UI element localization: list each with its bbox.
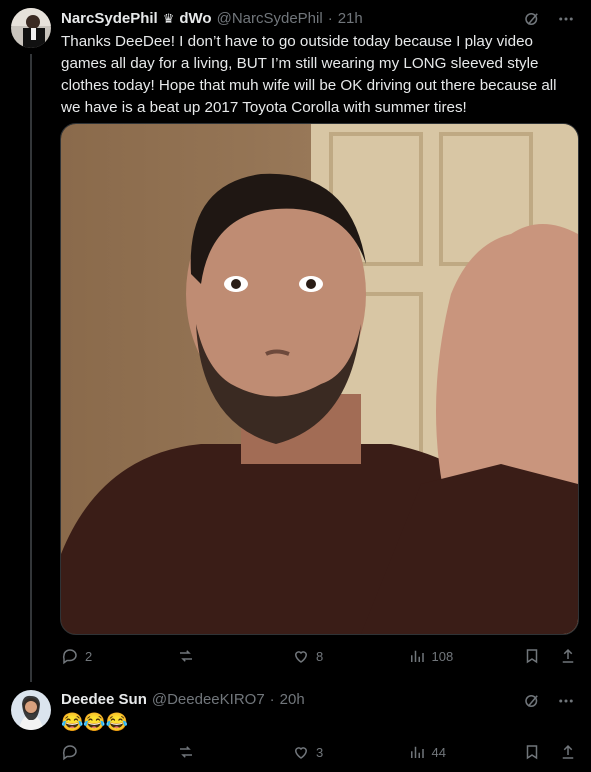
tweet-top-actions	[523, 10, 575, 28]
like-count: 3	[316, 744, 324, 760]
bookmark-share-group	[523, 743, 577, 761]
timestamp[interactable]: 21h	[338, 10, 363, 27]
crown-icon: ♛	[162, 10, 175, 26]
avatar-image	[11, 8, 51, 48]
tweet-action-bar: 3 44	[61, 743, 577, 761]
like-button[interactable]: 3	[292, 743, 350, 761]
share-icon[interactable]	[559, 647, 577, 665]
tweet-header: NarcSydePhil ♛ dWo @NarcSydePhil · 21h	[61, 10, 363, 27]
bookmark-icon[interactable]	[523, 647, 541, 665]
avatar[interactable]	[11, 690, 51, 730]
thread-connector-line	[30, 54, 32, 682]
retweet-icon	[179, 650, 192, 662]
display-name[interactable]: Deedee Sun	[61, 691, 147, 708]
views-button[interactable]: 108	[408, 647, 466, 665]
more-dots-icon[interactable]	[557, 10, 575, 28]
views-bar-icon	[410, 746, 424, 758]
selfie-photo	[61, 124, 578, 634]
reply-button[interactable]	[61, 743, 119, 761]
heart-icon	[294, 747, 308, 759]
heart-icon	[294, 651, 308, 663]
grok-slash-icon[interactable]	[523, 10, 541, 28]
bookmark-share-group	[523, 647, 577, 665]
tweet-image[interactable]	[60, 123, 579, 635]
share-icon[interactable]	[559, 743, 577, 761]
views-count: 44	[431, 744, 446, 760]
reply-icon	[62, 745, 77, 761]
more-dots-icon[interactable]	[557, 692, 575, 710]
retweet-button[interactable]	[177, 647, 235, 665]
tweet-action-bar: 2 8 108	[61, 647, 577, 665]
display-name[interactable]: NarcSydePhil	[61, 10, 158, 27]
bookmark-icon[interactable]	[523, 743, 541, 761]
reply-count: 2	[85, 648, 93, 664]
retweet-icon	[179, 746, 192, 758]
like-count: 8	[316, 648, 324, 664]
user-handle[interactable]: @DeedeeKIRO7	[152, 691, 265, 708]
tweet-text: 😂😂😂	[61, 712, 129, 732]
display-name-suffix[interactable]: dWo	[179, 10, 211, 27]
grok-slash-icon[interactable]	[523, 692, 541, 710]
tweet-header: Deedee Sun @DeedeeKIRO7 · 20h	[61, 691, 305, 708]
reply-icon	[62, 649, 77, 665]
timestamp[interactable]: 20h	[280, 691, 305, 708]
tweet-text: Thanks DeeDee! I don’t have to go outsid…	[61, 33, 557, 116]
views-bar-icon	[410, 650, 424, 662]
separator-dot: ·	[269, 691, 275, 708]
like-button[interactable]: 8	[292, 647, 350, 665]
views-count: 108	[431, 648, 454, 664]
retweet-button[interactable]	[177, 743, 235, 761]
avatar-image	[11, 690, 51, 730]
avatar[interactable]	[11, 8, 51, 48]
reply-button[interactable]: 2	[61, 647, 119, 665]
user-handle[interactable]: @NarcSydePhil	[217, 10, 323, 27]
separator-dot: ·	[327, 10, 333, 27]
tweet-top-actions	[523, 692, 575, 710]
views-button[interactable]: 44	[408, 743, 466, 761]
